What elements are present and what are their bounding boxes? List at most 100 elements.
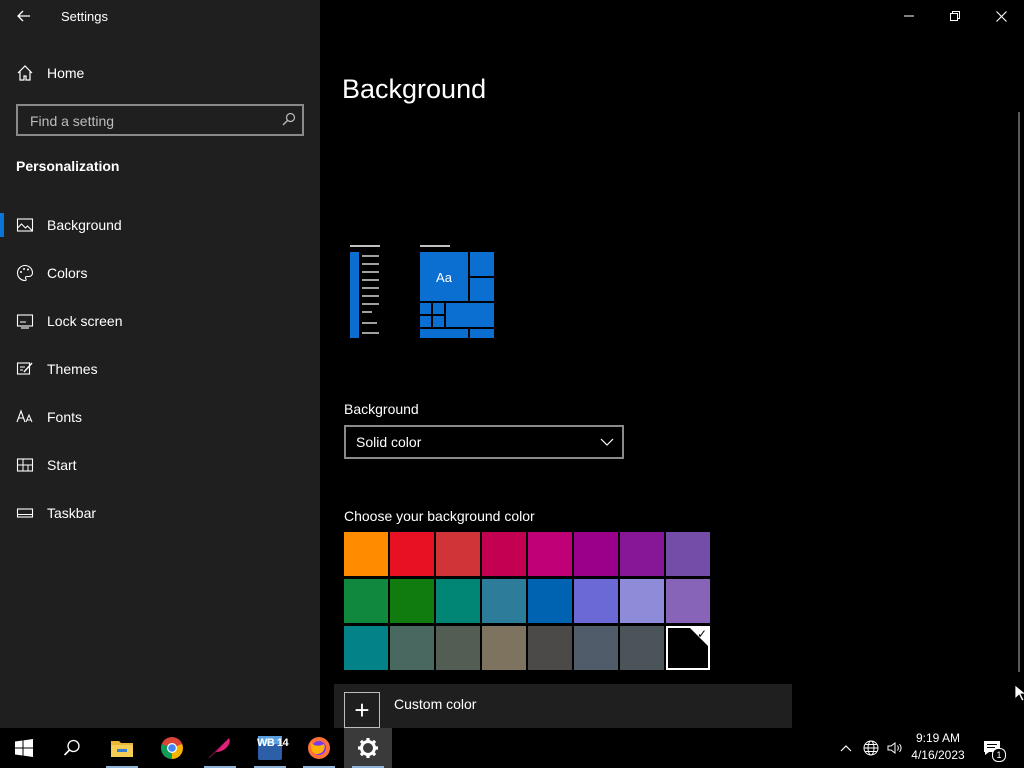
sidebar-item-label: Lock screen xyxy=(47,313,123,329)
color-swatch[interactable] xyxy=(344,626,388,670)
sidebar-item-taskbar[interactable]: Taskbar xyxy=(0,493,320,533)
color-swatch[interactable] xyxy=(528,626,572,670)
color-swatch[interactable] xyxy=(620,579,664,623)
color-swatch[interactable] xyxy=(436,532,480,576)
color-swatch[interactable] xyxy=(482,579,526,623)
preview-tile-text: Aa xyxy=(436,270,453,285)
sidebar-item-background[interactable]: Background xyxy=(0,205,320,245)
chrome-button[interactable] xyxy=(148,728,196,768)
home-button[interactable]: Home xyxy=(0,58,320,88)
custom-color-label: Custom color xyxy=(394,696,477,712)
background-preview: Aa xyxy=(350,245,494,338)
taskbar-icon xyxy=(16,508,34,518)
background-dropdown[interactable]: Solid color xyxy=(344,425,624,459)
sidebar-item-label: Colors xyxy=(47,265,88,281)
active-indicator xyxy=(0,213,4,237)
search-icon[interactable] xyxy=(282,112,296,126)
sidebar-item-label: Start xyxy=(47,457,77,473)
search-box[interactable] xyxy=(16,104,304,136)
checkmark-icon: ✓ xyxy=(696,627,707,641)
color-swatch[interactable]: ✓ xyxy=(666,626,710,670)
color-swatch[interactable] xyxy=(390,626,434,670)
color-swatch[interactable] xyxy=(482,532,526,576)
start-icon xyxy=(16,458,34,472)
lock-screen-icon xyxy=(16,314,34,329)
background-label: Background xyxy=(344,401,419,417)
sidebar-item-themes[interactable]: Themes xyxy=(0,349,320,389)
restore-icon xyxy=(950,11,960,21)
network-button[interactable] xyxy=(860,728,882,768)
home-icon xyxy=(17,65,33,81)
color-swatch[interactable] xyxy=(574,579,618,623)
close-icon xyxy=(995,10,1007,22)
scrollbar[interactable] xyxy=(1018,112,1020,672)
globe-icon xyxy=(863,740,879,756)
clock-time: 9:19 AM xyxy=(915,731,961,745)
feather-app-button[interactable] xyxy=(196,728,244,768)
search-input[interactable] xyxy=(28,110,272,132)
color-swatch[interactable] xyxy=(390,579,434,623)
color-swatch[interactable] xyxy=(666,532,710,576)
chrome-icon xyxy=(161,737,183,759)
dropdown-value: Solid color xyxy=(356,434,422,450)
color-swatch-grid: ✓ xyxy=(343,532,713,672)
restore-button[interactable] xyxy=(932,0,978,32)
color-swatch[interactable] xyxy=(436,626,480,670)
color-swatch[interactable] xyxy=(528,579,572,623)
color-swatch[interactable] xyxy=(344,579,388,623)
back-button[interactable] xyxy=(12,4,36,28)
color-swatch[interactable] xyxy=(620,532,664,576)
color-swatch[interactable] xyxy=(436,579,480,623)
action-center-button[interactable]: 1 xyxy=(980,728,1006,768)
color-swatch[interactable] xyxy=(390,532,434,576)
wb14-label: WB 14 xyxy=(257,737,289,749)
show-hidden-icons-button[interactable] xyxy=(836,728,856,768)
color-swatch[interactable] xyxy=(666,579,710,623)
custom-color-button[interactable]: + Custom color xyxy=(334,684,792,728)
choose-color-label: Choose your background color xyxy=(344,508,535,524)
clock-date: 4/16/2023 xyxy=(911,748,965,762)
chevron-up-icon xyxy=(840,745,852,752)
color-swatch[interactable] xyxy=(344,532,388,576)
start-button[interactable] xyxy=(0,728,48,768)
sidebar-item-fonts[interactable]: Fonts xyxy=(0,397,320,437)
sidebar-item-label: Fonts xyxy=(47,409,83,425)
color-swatch[interactable] xyxy=(574,532,618,576)
color-swatch[interactable] xyxy=(528,532,572,576)
home-label: Home xyxy=(47,65,85,81)
brush-icon xyxy=(16,362,33,375)
color-swatch[interactable] xyxy=(482,626,526,670)
sidebar-item-start[interactable]: Start xyxy=(0,445,320,485)
close-button[interactable] xyxy=(978,0,1024,32)
windows-logo-icon xyxy=(15,739,33,757)
search-button[interactable] xyxy=(48,728,96,768)
taskbar: WB 14 9:19 AM 4/16/2023 1 xyxy=(0,728,1024,768)
settings-button[interactable] xyxy=(344,728,392,768)
color-swatch[interactable] xyxy=(620,626,664,670)
sidebar: Settings Home Personalization Background… xyxy=(0,0,320,728)
file-explorer-button[interactable] xyxy=(98,728,146,768)
back-arrow-icon xyxy=(17,10,30,22)
section-title: Personalization xyxy=(16,158,120,174)
plus-icon: + xyxy=(344,692,380,728)
picture-icon xyxy=(16,218,34,232)
color-swatch[interactable] xyxy=(574,626,618,670)
minimize-button[interactable] xyxy=(886,0,932,32)
chevron-down-icon xyxy=(600,438,614,446)
mouse-cursor-icon xyxy=(1014,684,1024,702)
fonts-icon xyxy=(16,409,33,423)
page-title: Background xyxy=(342,74,487,105)
notification-badge: 1 xyxy=(992,748,1006,762)
search-icon xyxy=(63,739,80,756)
wb14-app-button[interactable]: WB 14 xyxy=(246,728,294,768)
sidebar-item-colors[interactable]: Colors xyxy=(0,253,320,293)
settings-gear-icon xyxy=(358,738,378,758)
firefox-button[interactable] xyxy=(295,728,343,768)
sidebar-item-label: Themes xyxy=(47,361,98,377)
clock[interactable]: 9:19 AM 4/16/2023 xyxy=(900,730,976,764)
minimize-icon xyxy=(904,15,914,17)
app-title: Settings xyxy=(61,9,108,24)
sidebar-item-label: Taskbar xyxy=(47,505,97,521)
feather-app-icon xyxy=(208,738,230,759)
sidebar-item-lock-screen[interactable]: Lock screen xyxy=(0,301,320,341)
